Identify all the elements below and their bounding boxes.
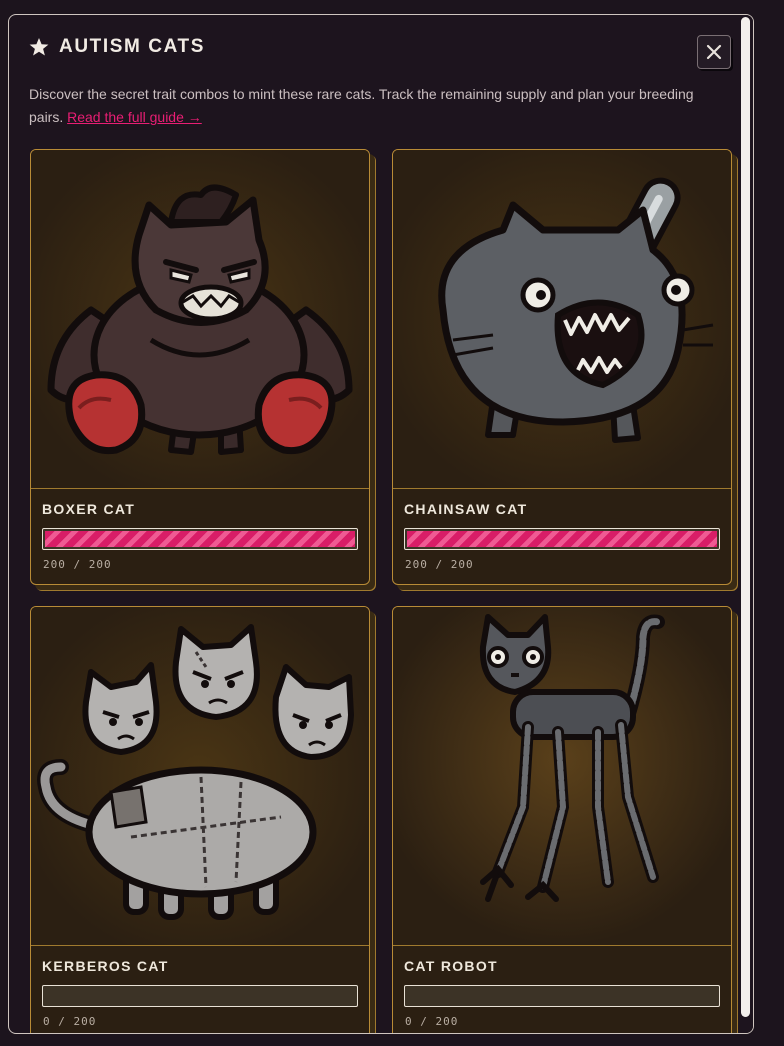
kerberos-cat-image [31, 607, 369, 945]
supply-count: 0 / 200 [43, 1015, 97, 1028]
card-name: CHAINSAW CAT [404, 501, 528, 517]
supply-count: 200 / 200 [405, 558, 474, 571]
progress-fill [407, 531, 717, 547]
card-name: KERBEROS CAT [42, 958, 169, 974]
card-name: BOXER CAT [42, 501, 136, 517]
card-art [393, 607, 731, 946]
cat-card-kerberos[interactable]: KERBEROS CAT 0 / 200 [30, 606, 370, 1033]
close-button[interactable] [697, 35, 731, 69]
cat-card-robot[interactable]: CAT ROBOT 0 / 200 [392, 606, 732, 1033]
card-art [31, 150, 369, 489]
scrollbar[interactable] [739, 15, 753, 1033]
modal-title: AUTISM CATS [59, 36, 206, 57]
cat-card-boxer[interactable]: BOXER CAT 200 / 200 [30, 149, 370, 585]
card-art [393, 150, 731, 489]
guide-link[interactable]: Read the full guide → [67, 109, 202, 125]
cat-card-chainsaw[interactable]: CHAINSAW CAT 200 / 200 [392, 149, 732, 585]
supply-progress-bar [42, 528, 358, 550]
supply-progress-bar [42, 985, 358, 1007]
chainsaw-cat-image [393, 150, 731, 488]
cat-robot-image [393, 607, 731, 945]
supply-count: 200 / 200 [43, 558, 112, 571]
star-icon [29, 38, 49, 56]
card-name: CAT ROBOT [404, 958, 498, 974]
close-icon [706, 44, 722, 60]
boxer-cat-image [31, 150, 369, 488]
modal-header: AUTISM CATS [29, 34, 205, 60]
autism-cats-modal: AUTISM CATS Discover the secret trait co… [8, 14, 754, 1034]
progress-fill [45, 531, 355, 547]
supply-progress-bar [404, 985, 720, 1007]
supply-count: 0 / 200 [405, 1015, 459, 1028]
card-art [31, 607, 369, 946]
scrollbar-thumb[interactable] [741, 17, 750, 1017]
modal-description: Discover the secret trait combos to mint… [29, 83, 729, 129]
supply-progress-bar [404, 528, 720, 550]
